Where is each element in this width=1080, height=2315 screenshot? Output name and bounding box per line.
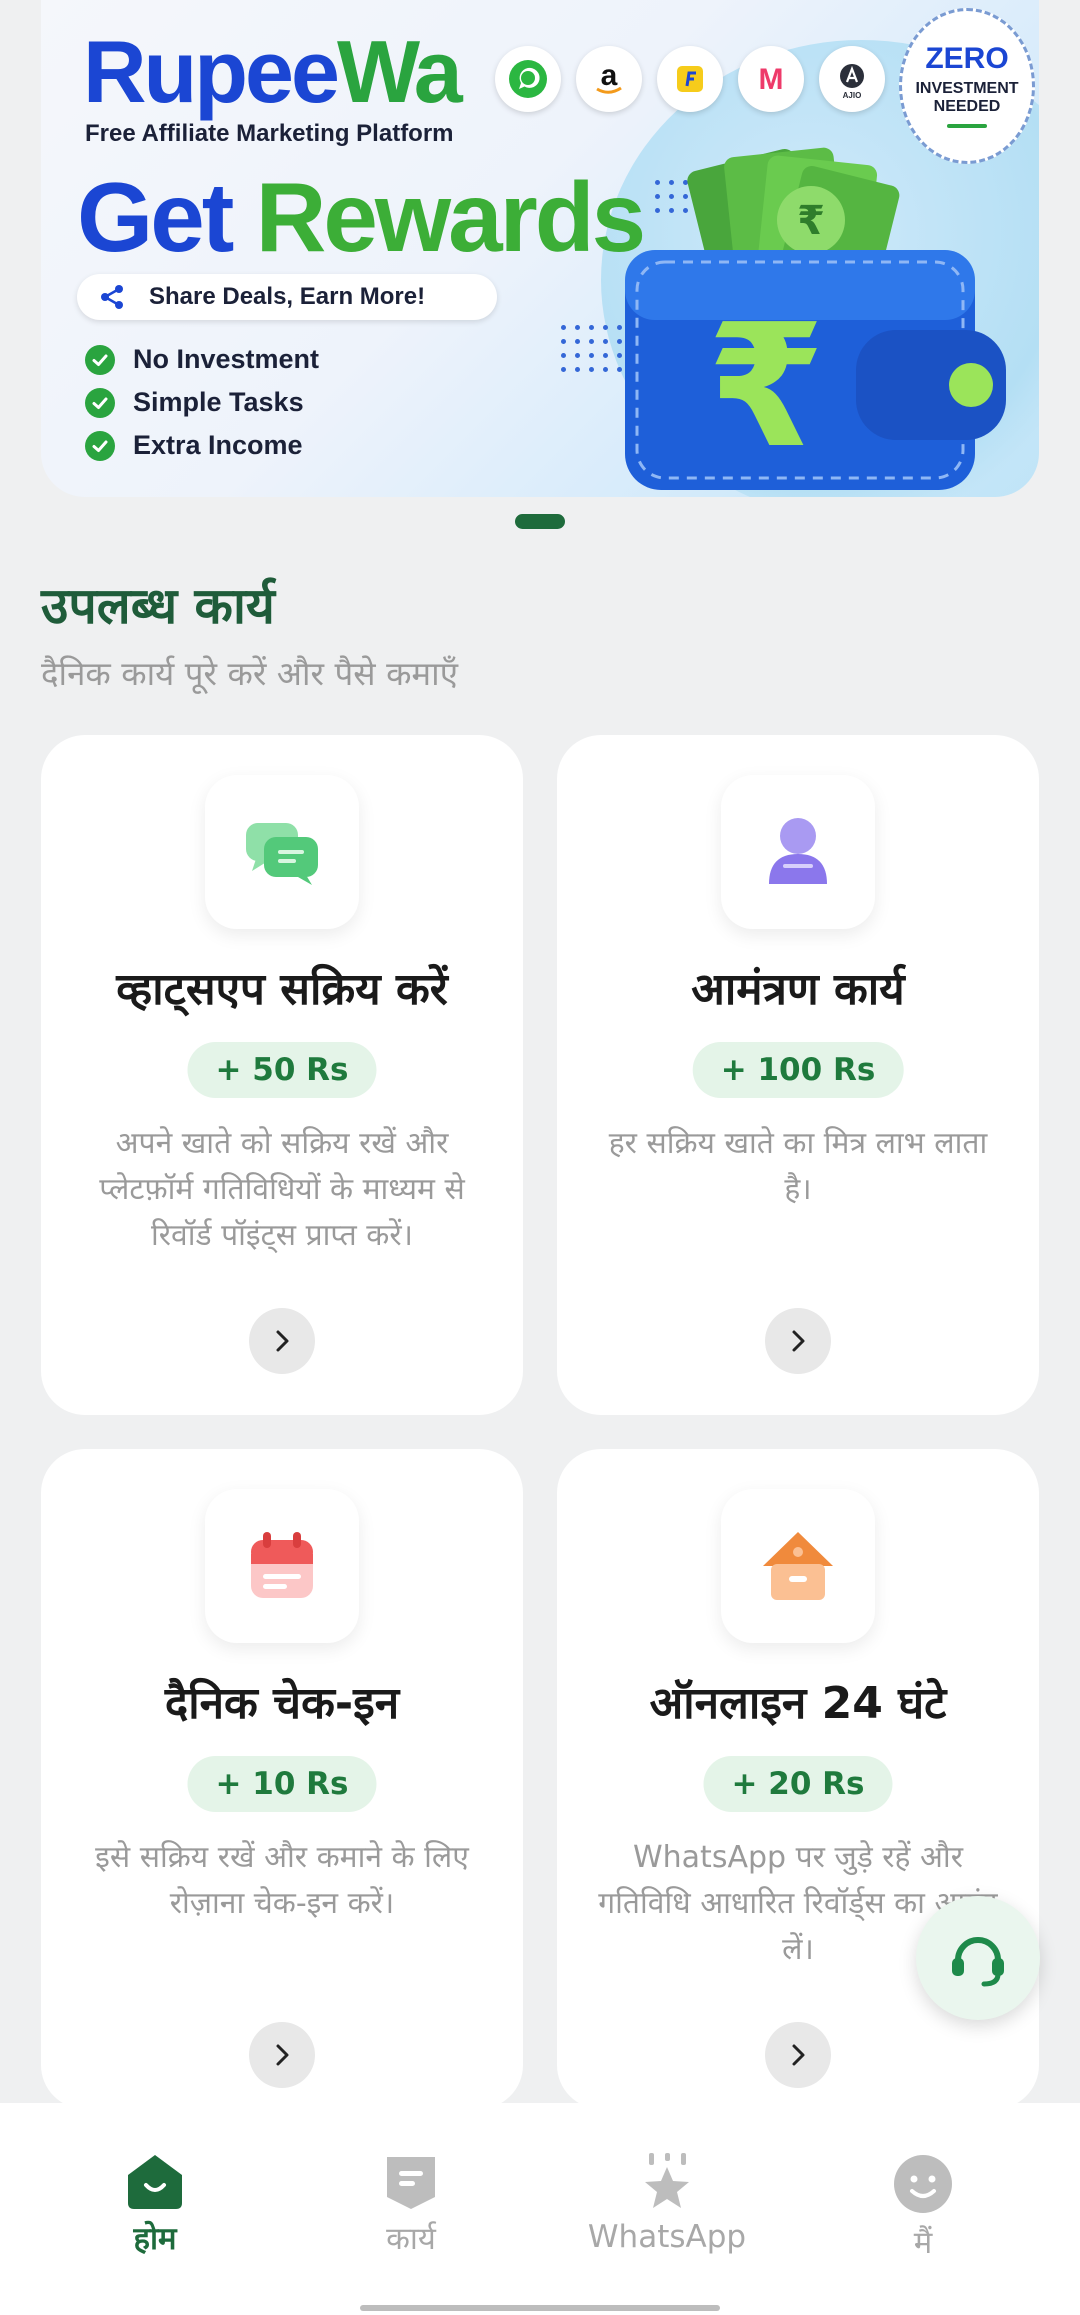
bullet-text: Simple Tasks (133, 387, 304, 417)
flipkart-logo-icon (657, 46, 723, 112)
task-reward-badge: + 100 Rs (692, 1042, 904, 1098)
nav-item-tasks[interactable]: कार्य (311, 2153, 511, 2259)
badge-underline (947, 123, 987, 128)
gesture-bar[interactable] (360, 2305, 720, 2311)
nav-item-me[interactable]: मैं (823, 2153, 1023, 2263)
nav-item-whatsapp[interactable]: WhatsApp (567, 2153, 767, 2255)
smiley-icon (894, 2155, 952, 2213)
myntra-logo-icon: M (738, 46, 804, 112)
task-title: व्हाट्सएप सक्रिय करें (116, 964, 448, 1015)
chevron-right-icon (792, 1330, 805, 1352)
share-icon (101, 285, 123, 309)
promo-banner[interactable]: RupeeWa Free Affiliate Marketing Platfor… (41, 0, 1039, 497)
task-go-button[interactable] (765, 1308, 831, 1374)
task-icon-box (205, 1489, 359, 1643)
task-reward-badge: + 10 Rs (187, 1756, 377, 1812)
ajio-logo-icon: AJIO (819, 46, 885, 112)
svg-text:a: a (601, 59, 618, 92)
share-deals-pill: Share Deals, Earn More! (77, 274, 497, 320)
task-card-whatsapp-activate[interactable]: व्हाट्सएप सक्रिय करें + 50 Rs अपने खाते … (41, 735, 523, 1415)
section-title: उपलब्ध कार्य (41, 577, 275, 635)
check-circle-icon (85, 344, 115, 375)
whatsapp-logo-icon (495, 46, 561, 112)
chevron-right-icon (276, 1330, 289, 1352)
nav-item-home[interactable]: होम (55, 2153, 255, 2259)
support-button[interactable] (916, 1896, 1040, 2020)
check-circle-icon (85, 387, 115, 418)
home-icon (128, 2155, 182, 2209)
badge-subtitle: INVESTMENT NEEDED (915, 80, 1019, 115)
task-go-button[interactable] (249, 2022, 315, 2088)
task-title: दैनिक चेक-इन (164, 1678, 400, 1729)
svg-text:₹: ₹ (707, 288, 825, 486)
nav-label: कार्य (386, 2221, 436, 2257)
whatsapp-star-icon (645, 2153, 689, 2208)
svg-text:AJIO: AJIO (843, 91, 862, 100)
bullet-text: Extra Income (133, 430, 303, 460)
brand-logo-text: RupeeWa (83, 22, 463, 121)
task-title: ऑनलाइन 24 घंटे (649, 1678, 947, 1729)
svg-text:₹: ₹ (797, 198, 825, 244)
partner-logos: a M AJIO (495, 46, 900, 112)
task-title: आमंत्रण कार्य (691, 964, 905, 1015)
task-description: इसे सक्रिय रखें और कमाने के लिए रोज़ाना … (95, 1840, 469, 1921)
bullet-text: No Investment (133, 344, 320, 374)
bullet-item: No Investment (85, 338, 319, 381)
task-reward-badge: + 50 Rs (187, 1042, 377, 1098)
wallet-illustration: ₹ ₹ (625, 147, 1006, 490)
task-icon-box (721, 1489, 875, 1643)
task-icon-box (721, 775, 875, 929)
headset-icon (952, 1937, 1004, 1987)
task-card-daily-checkin[interactable]: दैनिक चेक-इन + 10 Rs इसे सक्रिय रखें और … (41, 1449, 523, 2109)
house-icon (763, 1532, 833, 1600)
brand-tagline: Free Affiliate Marketing Platform (85, 120, 454, 147)
task-reward-badge: + 20 Rs (703, 1756, 893, 1812)
task-card-invite[interactable]: आमंत्रण कार्य + 100 Rs हर सक्रिय खाते का… (557, 735, 1039, 1415)
task-icon-box (205, 775, 359, 929)
svg-text:M: M (759, 63, 784, 96)
banner-bullets: No Investment Simple Tasks Extra Income (85, 338, 319, 467)
nav-label: मैं (913, 2225, 933, 2261)
bottom-navigation: होम कार्य WhatsApp मैं (0, 2103, 1080, 2315)
calendar-icon (251, 1532, 313, 1598)
nav-label: होम (133, 2221, 177, 2257)
carousel-indicator-active[interactable] (515, 514, 565, 529)
chevron-right-icon (276, 2044, 289, 2066)
user-icon (769, 818, 827, 884)
badge-title: ZERO (925, 42, 1009, 76)
task-description: हर सक्रिय खाते का मित्र लाभ लाता है। (608, 1126, 988, 1207)
amazon-logo-icon: a (576, 46, 642, 112)
task-description: अपने खाते को सक्रिय रखें और प्लेटफ़ॉर्म … (99, 1126, 465, 1253)
banner-headline: Get Rewards (77, 162, 646, 272)
bullet-item: Extra Income (85, 424, 319, 467)
share-deals-text: Share Deals, Earn More! (149, 283, 426, 310)
task-go-button[interactable] (249, 1308, 315, 1374)
task-icon (387, 2157, 435, 2209)
section-subtitle: दैनिक कार्य पूरे करें और पैसे कमाएँ (41, 654, 458, 693)
chat-bubbles-icon (246, 823, 318, 885)
chevron-right-icon (792, 2044, 805, 2066)
bullet-item: Simple Tasks (85, 381, 319, 424)
check-circle-icon (85, 430, 115, 461)
task-go-button[interactable] (765, 2022, 831, 2088)
nav-label: WhatsApp (587, 2219, 747, 2255)
